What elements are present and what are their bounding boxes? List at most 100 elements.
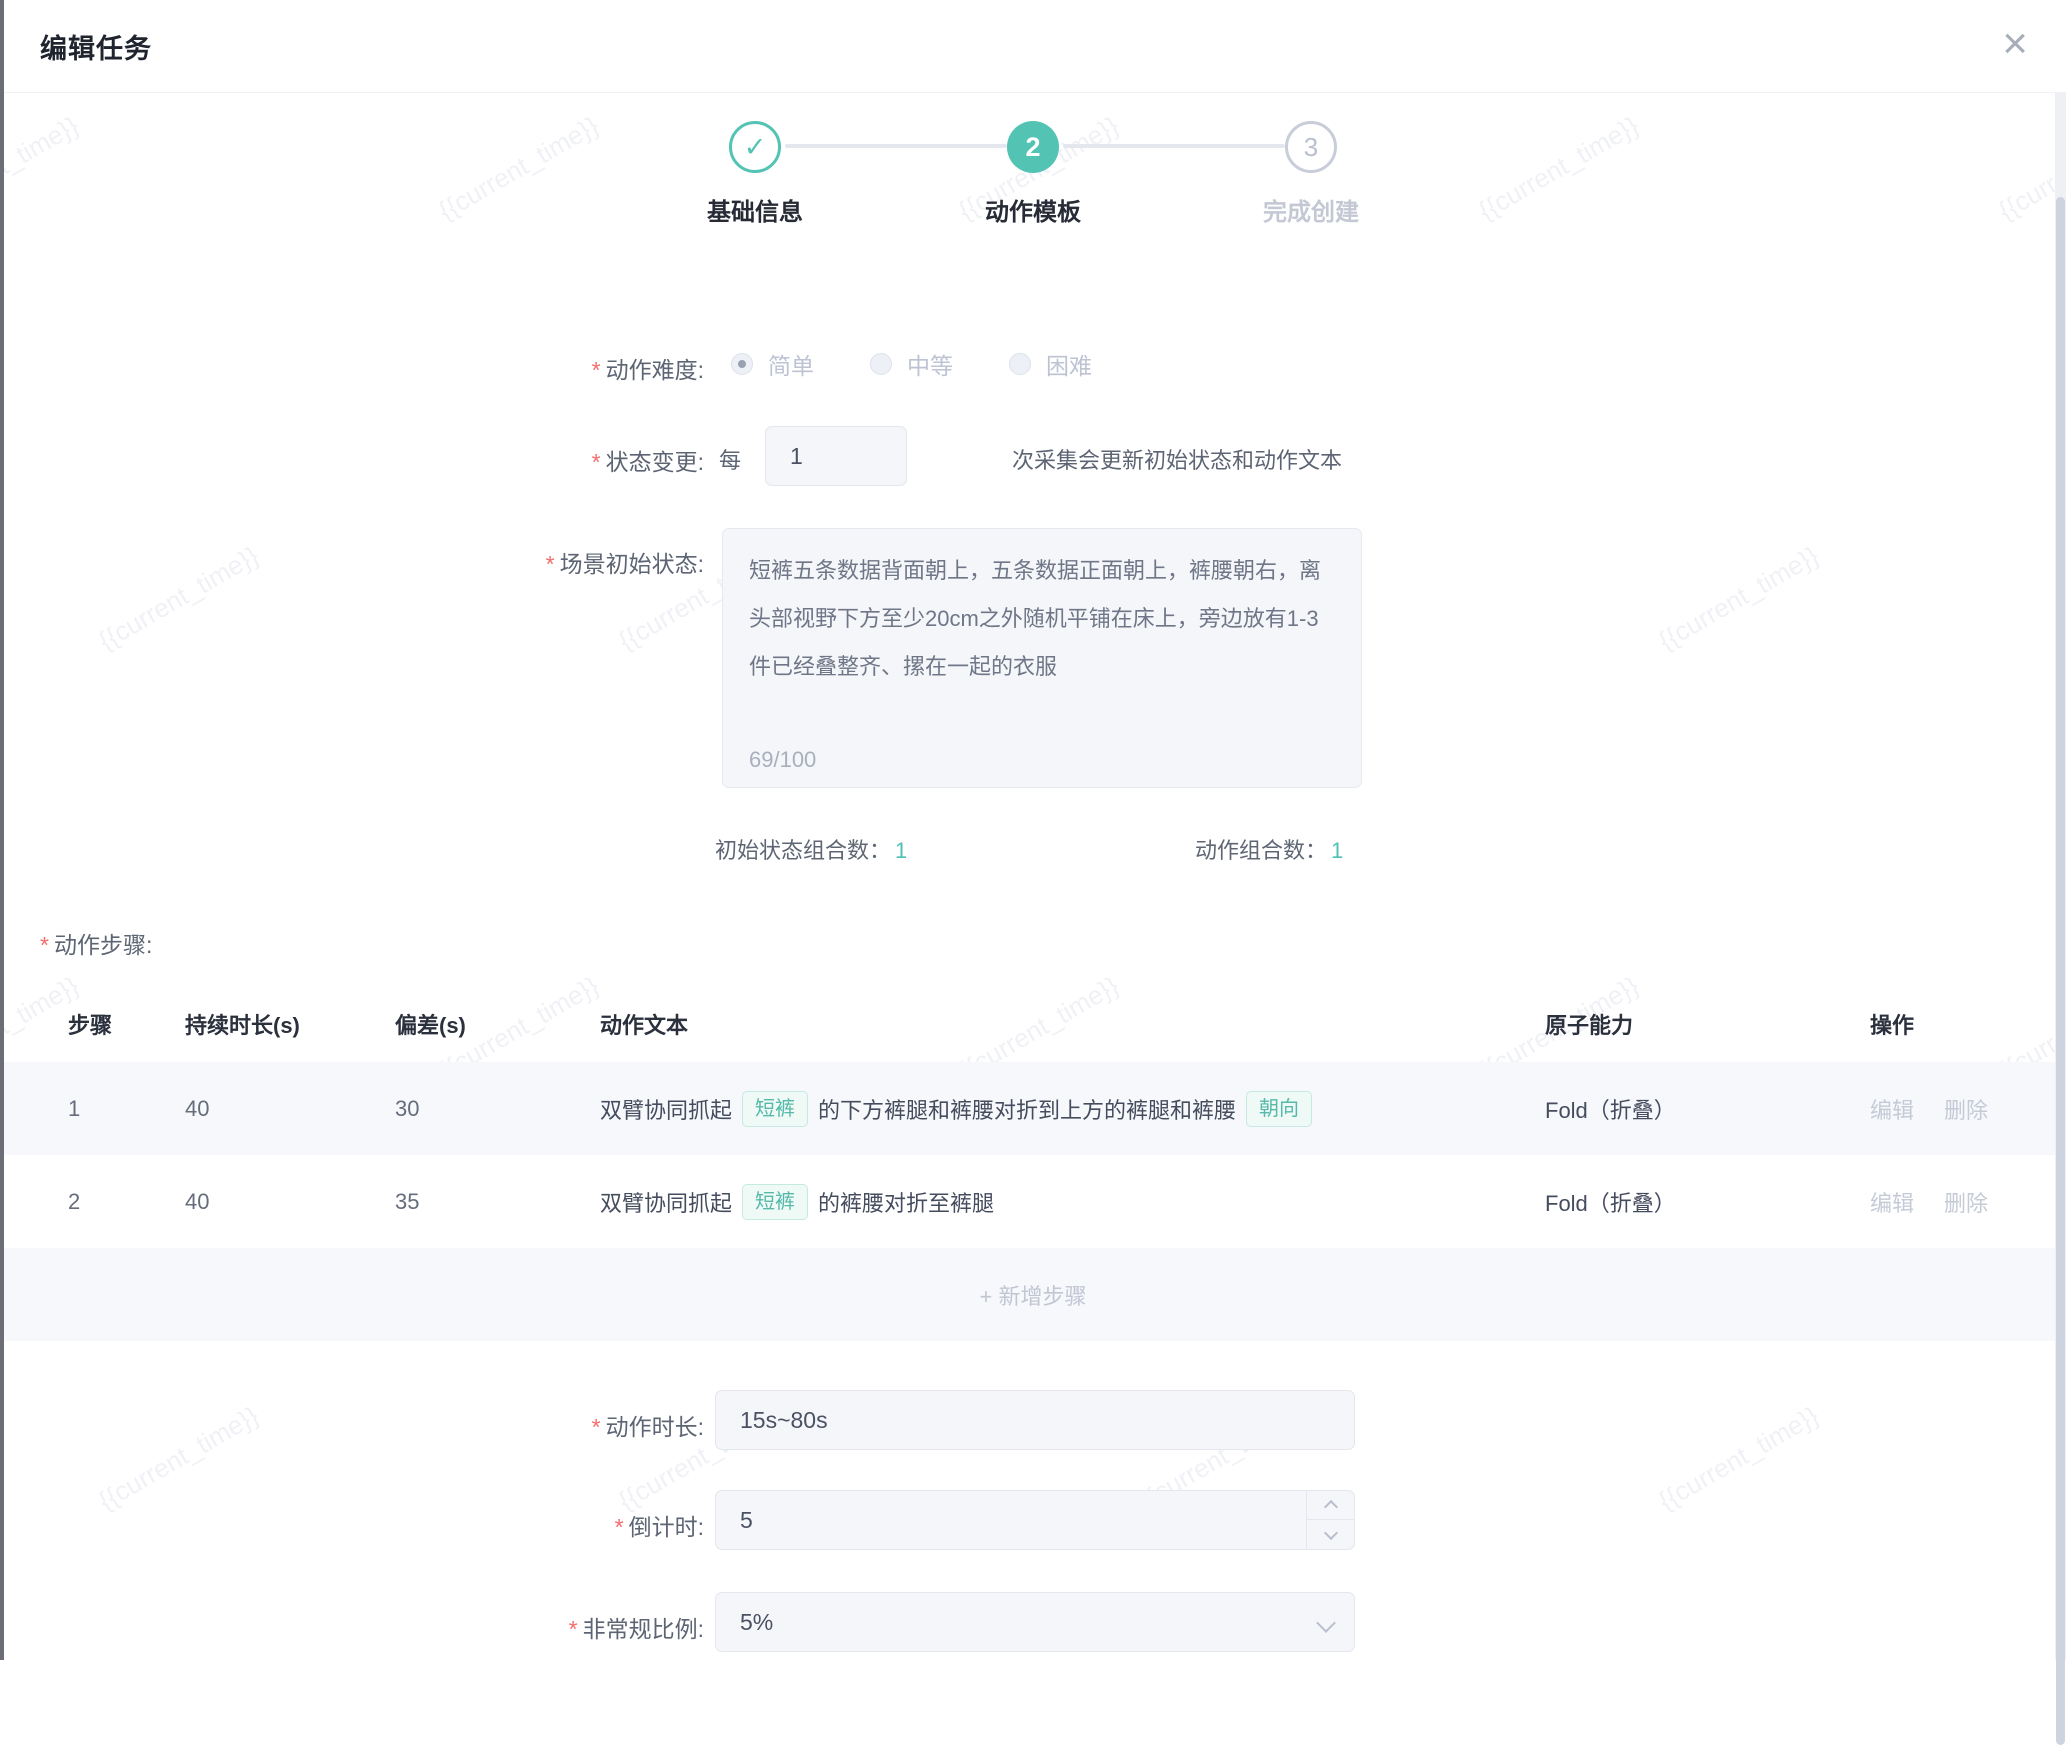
required-mark: * (546, 551, 555, 577)
state-change-input[interactable] (765, 426, 907, 486)
watermark-text: {{current_time}} (93, 540, 264, 656)
initial-state-label: *场景初始状态: (304, 545, 704, 579)
countdown-label: *倒计时: (304, 1508, 704, 1542)
cell-action-text: 双臂协同抓起短裤的裤腰对折至裤腿 (600, 1184, 1545, 1220)
required-mark: * (569, 1616, 578, 1642)
watermark-text: {{current_time}} (93, 1400, 264, 1516)
watermark-text: {{current_time}} (0, 110, 84, 226)
required-mark: * (592, 357, 601, 383)
scrollbar-track[interactable] (2055, 93, 2066, 1660)
cell-operations: 编辑 删除 (1870, 1093, 2066, 1125)
action-text-fragment: 的裤腰对折至裤腿 (818, 1186, 994, 1218)
step-2-circle: 2 (1007, 121, 1059, 173)
cell-ability: Fold（折叠） (1545, 1093, 1870, 1125)
required-mark: * (615, 1514, 624, 1540)
difficulty-radio-1[interactable]: 简单 (731, 347, 814, 381)
table-row: 24035双臂协同抓起短裤的裤腰对折至裤腿Fold（折叠）编辑删除 (0, 1155, 2066, 1248)
chevron-up-icon (1323, 1500, 1337, 1514)
watermark-text: {{current_time}} (1653, 1400, 1824, 1516)
cell-deviation: 35 (395, 1189, 600, 1215)
duration-input[interactable] (715, 1390, 1355, 1450)
cell-action-text: 双臂协同抓起短裤的下方裤腿和裤腰对折到上方的裤腿和裤腰朝向 (600, 1091, 1545, 1127)
cell-duration: 40 (185, 1096, 395, 1122)
unusual-ratio-select[interactable] (715, 1592, 1355, 1652)
step-3-label: 完成创建 (1191, 192, 1431, 227)
radio-icon[interactable] (870, 353, 892, 375)
col-header-ability: 原子能力 (1545, 1008, 1870, 1040)
dialog-header: 编辑任务 × (4, 0, 2066, 93)
difficulty-radio-group: 简单 中等 困难 (731, 342, 1092, 386)
cell-deviation: 30 (395, 1096, 600, 1122)
cell-duration: 40 (185, 1189, 395, 1215)
col-header-operations: 操作 (1870, 1008, 2066, 1040)
radio-label: 困难 (1046, 347, 1092, 381)
modal-overlay-edge (0, 0, 4, 1660)
delete-link[interactable]: 删除 (1944, 1098, 1988, 1123)
countdown-input[interactable] (715, 1490, 1355, 1550)
required-mark: * (592, 1414, 601, 1440)
step-1-label: 基础信息 (635, 192, 875, 227)
difficulty-label: *动作难度: (304, 351, 704, 385)
table-row: 14030双臂协同抓起短裤的下方裤腿和裤腰对折到上方的裤腿和裤腰朝向Fold（折… (0, 1062, 2066, 1155)
table-header-row: 步骤 持续时长(s) 偏差(s) 动作文本 原子能力 操作 (0, 985, 2066, 1062)
state-change-prefix: 每 (719, 443, 741, 475)
col-header-action-text: 动作文本 (600, 1008, 1545, 1040)
initial-combo-count: 初始状态组合数：1 (715, 833, 907, 865)
action-text-fragment: 双臂协同抓起 (600, 1093, 732, 1125)
object-tag: 短裤 (742, 1091, 808, 1127)
unusual-ratio-value[interactable] (715, 1592, 1355, 1652)
stepper-connector (1063, 144, 1285, 148)
action-combo-value: 1 (1331, 838, 1343, 863)
radio-label: 简单 (768, 347, 814, 381)
stepper-increase-button[interactable] (1307, 1491, 1354, 1520)
watermark-text: {{current_time}} (1653, 540, 1824, 656)
cell-step: 1 (68, 1096, 185, 1122)
object-tag: 朝向 (1246, 1091, 1312, 1127)
action-text-fragment: 的下方裤腿和裤腰对折到上方的裤腿和裤腰 (818, 1093, 1236, 1125)
object-tag: 短裤 (742, 1184, 808, 1220)
radio-selected-icon[interactable] (731, 353, 753, 375)
difficulty-radio-2[interactable]: 中等 (870, 347, 953, 381)
difficulty-radio-3[interactable]: 困难 (1009, 347, 1092, 381)
action-combo-count: 动作组合数：1 (1195, 833, 1343, 865)
stepper-connector (785, 144, 1007, 148)
countdown-field (715, 1490, 1355, 1550)
edit-link[interactable]: 编辑 (1870, 1191, 1914, 1216)
table-body: 14030双臂协同抓起短裤的下方裤腿和裤腰对折到上方的裤腿和裤腰朝向Fold（折… (0, 1062, 2066, 1248)
initial-combo-value: 1 (895, 838, 907, 863)
required-mark: * (592, 449, 601, 475)
close-icon[interactable]: × (2002, 14, 2028, 74)
char-counter: 69/100 (749, 747, 816, 773)
delete-link[interactable]: 删除 (1944, 1191, 1988, 1216)
cell-step: 2 (68, 1189, 185, 1215)
dialog-body: {{current_time}} {{current_time}} {{curren… (4, 93, 2055, 1660)
scrollbar-thumb[interactable] (2056, 197, 2065, 1745)
cell-ability: Fold（折叠） (1545, 1186, 1870, 1218)
action-steps-label: *动作步骤: (40, 926, 152, 960)
unusual-ratio-label: *非常规比例: (304, 1610, 704, 1644)
col-header-deviation: 偏差(s) (395, 1008, 600, 1040)
action-text-fragment: 双臂协同抓起 (600, 1186, 732, 1218)
step-3-circle: 3 (1285, 121, 1337, 173)
steps-table: 步骤 持续时长(s) 偏差(s) 动作文本 原子能力 操作 14030双臂协同抓… (0, 985, 2066, 1341)
watermark-text: {{current_time}} (433, 110, 604, 226)
initial-state-field: 短裤五条数据背面朝上，五条数据正面朝上，裤腰朝右，离头部视野下方至少20cm之外… (722, 528, 1362, 788)
state-change-suffix: 次采集会更新初始状态和动作文本 (1012, 443, 1342, 475)
cell-operations: 编辑 删除 (1870, 1186, 2066, 1218)
duration-label: *动作时长: (304, 1408, 704, 1442)
required-mark: * (40, 932, 49, 958)
dialog-title: 编辑任务 (40, 27, 152, 66)
edit-link[interactable]: 编辑 (1870, 1098, 1914, 1123)
stepper-decrease-button[interactable] (1307, 1520, 1354, 1549)
initial-state-textarea[interactable]: 短裤五条数据背面朝上，五条数据正面朝上，裤腰朝右，离头部视野下方至少20cm之外… (723, 529, 1361, 719)
number-stepper (1306, 1491, 1354, 1549)
add-step-button[interactable]: + 新增步骤 (0, 1248, 2066, 1341)
col-header-step: 步骤 (68, 1008, 185, 1040)
chevron-down-icon (1323, 1525, 1337, 1539)
radio-label: 中等 (907, 347, 953, 381)
col-header-duration: 持续时长(s) (185, 1008, 395, 1040)
step-2-label: 动作模板 (913, 192, 1153, 227)
watermark-text: {{current_time}} (1473, 110, 1644, 226)
state-change-label: *状态变更: (304, 443, 704, 477)
radio-icon[interactable] (1009, 353, 1031, 375)
